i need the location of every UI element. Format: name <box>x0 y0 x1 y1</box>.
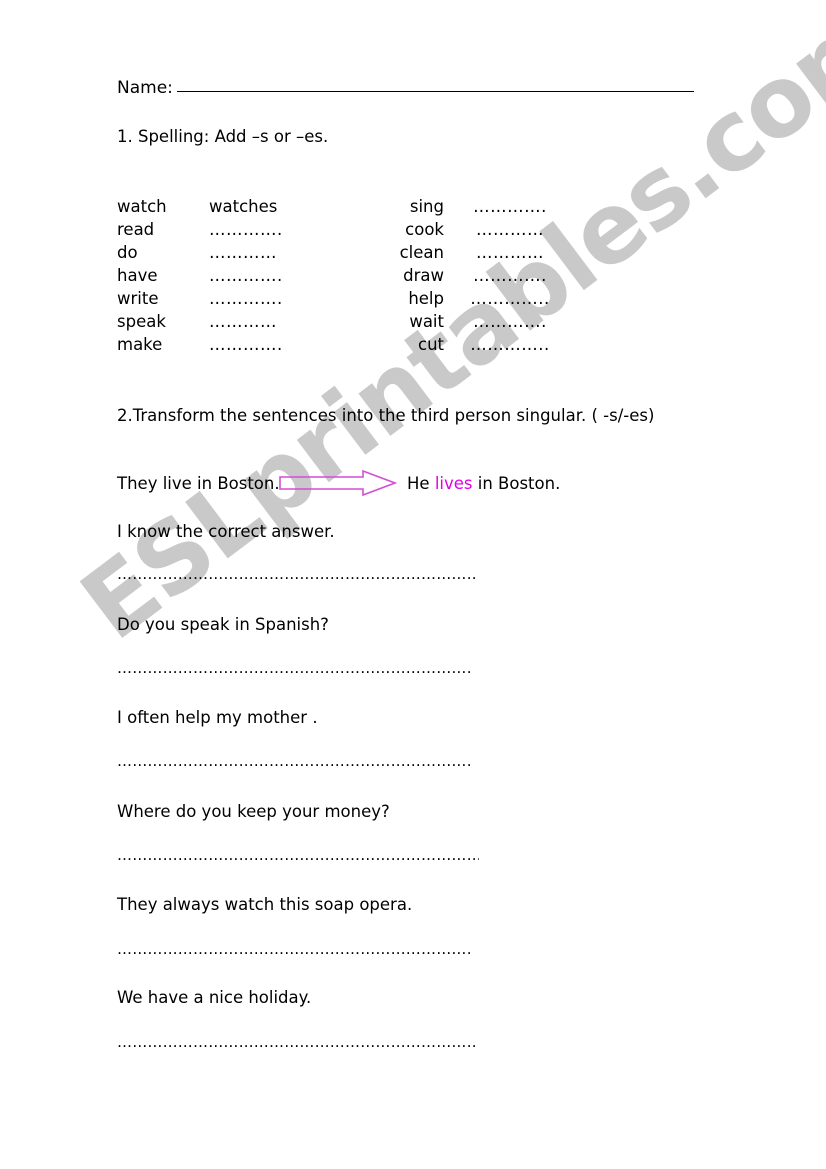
verb-right-answer[interactable]: ………… <box>450 220 570 239</box>
verb-left-answer[interactable]: …………. <box>209 266 344 285</box>
worksheet-page: ESLprintables.com Name: 1. Spelling: Add… <box>0 0 826 1169</box>
verb-right: draw <box>403 266 444 285</box>
verb-right-answer[interactable]: …………. <box>450 197 570 216</box>
exercise-sentence: We have a nice holiday. <box>117 988 312 1007</box>
exercise-answer-line[interactable]: ……………………………………………………………………………….. <box>117 940 472 958</box>
verb-right: cut <box>418 335 444 354</box>
exercise-answer-line[interactable]: ……………………………………………………………………………… <box>117 846 479 864</box>
table-row: make …………. cut ………….. <box>117 335 637 358</box>
verb-left: watch <box>117 197 167 216</box>
exercise-answer-line[interactable]: ……………………………………………………………………………….. <box>117 752 472 770</box>
verb-left: make <box>117 335 163 354</box>
verb-right-answer[interactable]: ………….. <box>450 335 570 354</box>
verb-left: have <box>117 266 158 285</box>
exercise-sentence: Where do you keep your money? <box>117 802 390 821</box>
exercise-sentence: I often help my mother . <box>117 708 318 727</box>
verb-left-answer[interactable]: ………… <box>209 243 344 262</box>
verb-left: speak <box>117 312 166 331</box>
verb-right-answer[interactable]: …………. <box>450 266 570 285</box>
table-row: read …………. cook ………… <box>117 220 637 243</box>
verb-left-answer[interactable]: ………… <box>209 312 344 331</box>
example-answer: He lives in Boston. <box>407 474 560 493</box>
name-label: Name: <box>117 78 173 98</box>
exercise-answer-line[interactable]: ……………………………………………………………………………….. <box>117 659 472 677</box>
verb-right: sing <box>409 197 444 216</box>
verb-left: write <box>117 289 159 308</box>
verb-left-answer[interactable]: …………. <box>209 220 344 239</box>
table-row: write …………. help ………….. <box>117 289 637 312</box>
example-answer-suffix: in Boston. <box>472 473 561 493</box>
exercise-sentence: Do you speak in Spanish? <box>117 615 329 634</box>
exercise-sentence: They always watch this soap opera. <box>117 895 413 914</box>
verb-right-answer[interactable]: ………….. <box>450 289 570 308</box>
example-answer-highlight: lives <box>434 473 473 493</box>
spelling-verb-table: watch watches sing …………. read …………. cook… <box>117 197 637 358</box>
verb-right: wait <box>409 312 444 331</box>
section-1-heading: 1. Spelling: Add –s or –es. <box>117 127 329 146</box>
section-2-heading: 2.Transform the sentences into the third… <box>117 406 655 425</box>
example-row: They live in Boston. He lives in Boston. <box>117 470 560 496</box>
table-row: have …………. draw …………. <box>117 266 637 289</box>
table-row: do ………… clean ………… <box>117 243 637 266</box>
verb-right: help <box>408 289 444 308</box>
exercise-answer-line[interactable]: …………………………………………………………………………………. <box>117 565 477 583</box>
verb-left-answer[interactable]: …………. <box>209 335 344 354</box>
table-row: watch watches sing …………. <box>117 197 637 220</box>
verb-left-answer[interactable]: watches <box>209 197 344 216</box>
worksheet-content: Name: 1. Spelling: Add –s or –es. watch … <box>0 0 826 1169</box>
verb-right-answer[interactable]: …………. <box>450 312 570 331</box>
example-prompt: They live in Boston. <box>117 473 280 493</box>
verb-right: cook <box>405 220 444 239</box>
exercise-sentence: I know the correct answer. <box>117 522 335 541</box>
verb-right: clean <box>399 243 444 262</box>
verb-left: read <box>117 220 155 239</box>
name-field-row: Name: <box>117 78 694 98</box>
table-row: speak ………… wait …………. <box>117 312 637 335</box>
verb-left-answer[interactable]: …………. <box>209 289 344 308</box>
right-arrow-icon <box>279 470 401 496</box>
example-answer-prefix: He <box>407 473 435 493</box>
exercise-answer-line[interactable]: ………………………………………………………………………………. <box>117 1033 475 1051</box>
verb-right-answer[interactable]: ………… <box>450 243 570 262</box>
verb-left: do <box>117 243 138 262</box>
name-input-rule[interactable] <box>176 90 694 92</box>
